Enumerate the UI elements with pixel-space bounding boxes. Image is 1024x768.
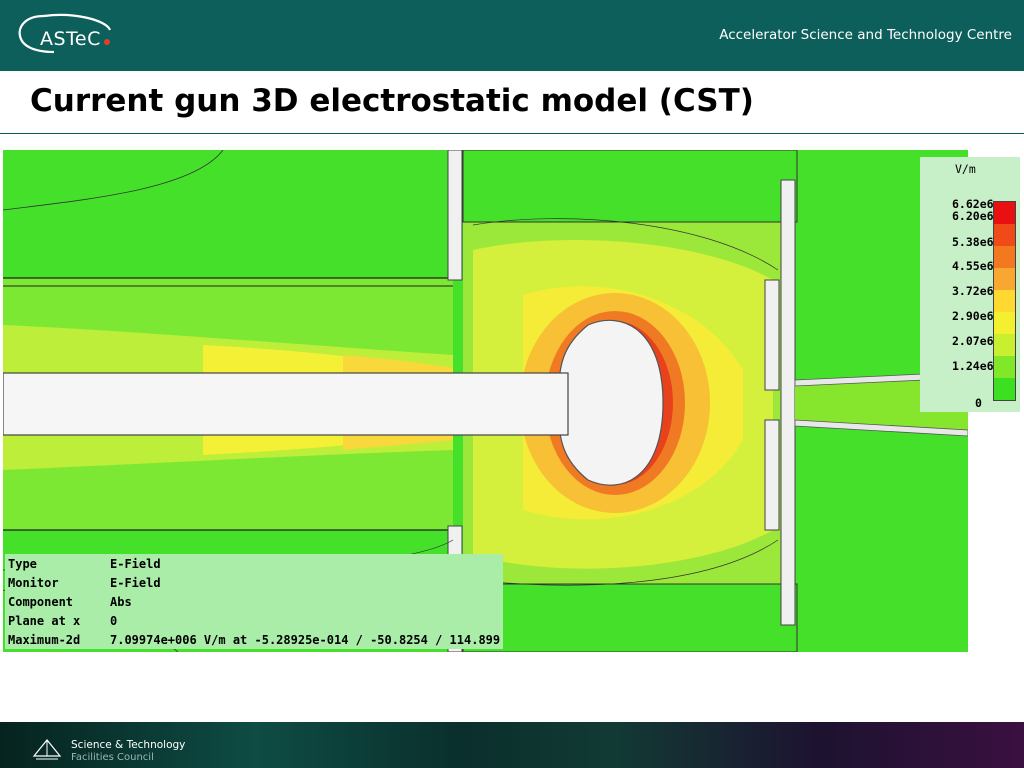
legend-label: 4.55e6: [952, 259, 994, 273]
flange-top: [447, 150, 463, 281]
logo-text: ASTeC: [40, 28, 101, 50]
chamber-top-block: [462, 150, 798, 223]
legend-label: 5.38e6: [952, 235, 994, 249]
stfc-logo-icon: [32, 736, 62, 766]
legend-swatch: [994, 312, 1015, 334]
legend-swatch: [994, 290, 1015, 312]
info-row: Plane at x 0: [5, 611, 504, 630]
legend-colorbar: [993, 201, 1016, 401]
legend-label: 2.90e6: [952, 309, 994, 323]
info-row: Monitor E-Field: [5, 573, 504, 592]
footer-org-name: Science & Technology: [71, 739, 186, 751]
info-value: 0: [107, 611, 504, 630]
legend-label: 2.07e6: [952, 334, 994, 348]
cathode-stalk: [3, 372, 569, 436]
legend-swatch: [994, 202, 1015, 224]
slide-title: Current gun 3D electrostatic model (CST): [30, 83, 754, 119]
legend-label: 1.24e6: [952, 359, 994, 373]
info-key: Type: [5, 554, 107, 573]
info-row: Component Abs: [5, 592, 504, 611]
info-key: Maximum-2d: [5, 630, 107, 649]
info-value: E-Field: [107, 573, 504, 592]
legend-swatch: [994, 356, 1015, 378]
anode-plate: [780, 179, 796, 626]
info-key: Plane at x: [5, 611, 107, 630]
legend-swatch: [994, 268, 1015, 290]
info-row: Type E-Field: [5, 554, 504, 573]
legend-label: 0: [975, 396, 982, 410]
info-row: Maximum-2d 7.09974e+006 V/m at -5.28925e…: [5, 630, 504, 649]
legend-swatch: [994, 378, 1015, 400]
legend-swatch: [994, 224, 1015, 246]
chamber-bottom-block: [462, 583, 798, 652]
centre-name: Accelerator Science and Technology Centr…: [719, 27, 1012, 43]
info-key: Monitor: [5, 573, 107, 592]
info-value: Abs: [107, 592, 504, 611]
anode-insert-bottom: [764, 419, 780, 531]
field-info-table: Type E-Field Monitor E-Field Component A…: [5, 554, 504, 649]
anode-insert-top: [764, 279, 780, 391]
legend-label: 6.20e6: [952, 209, 994, 223]
legend-label: 3.72e6: [952, 284, 994, 298]
legend-unit: V/m: [955, 162, 976, 176]
footer-org-subname: Facilities Council: [71, 752, 154, 763]
cathode-electrode: [557, 319, 664, 486]
info-value: E-Field: [107, 554, 504, 573]
title-divider: [0, 133, 1024, 134]
astec-logo: ASTeC: [14, 10, 124, 56]
info-value: 7.09974e+006 V/m at -5.28925e-014 / -50.…: [107, 630, 504, 649]
info-key: Component: [5, 592, 107, 611]
legend-swatch: [994, 334, 1015, 356]
legend-swatch: [994, 246, 1015, 268]
